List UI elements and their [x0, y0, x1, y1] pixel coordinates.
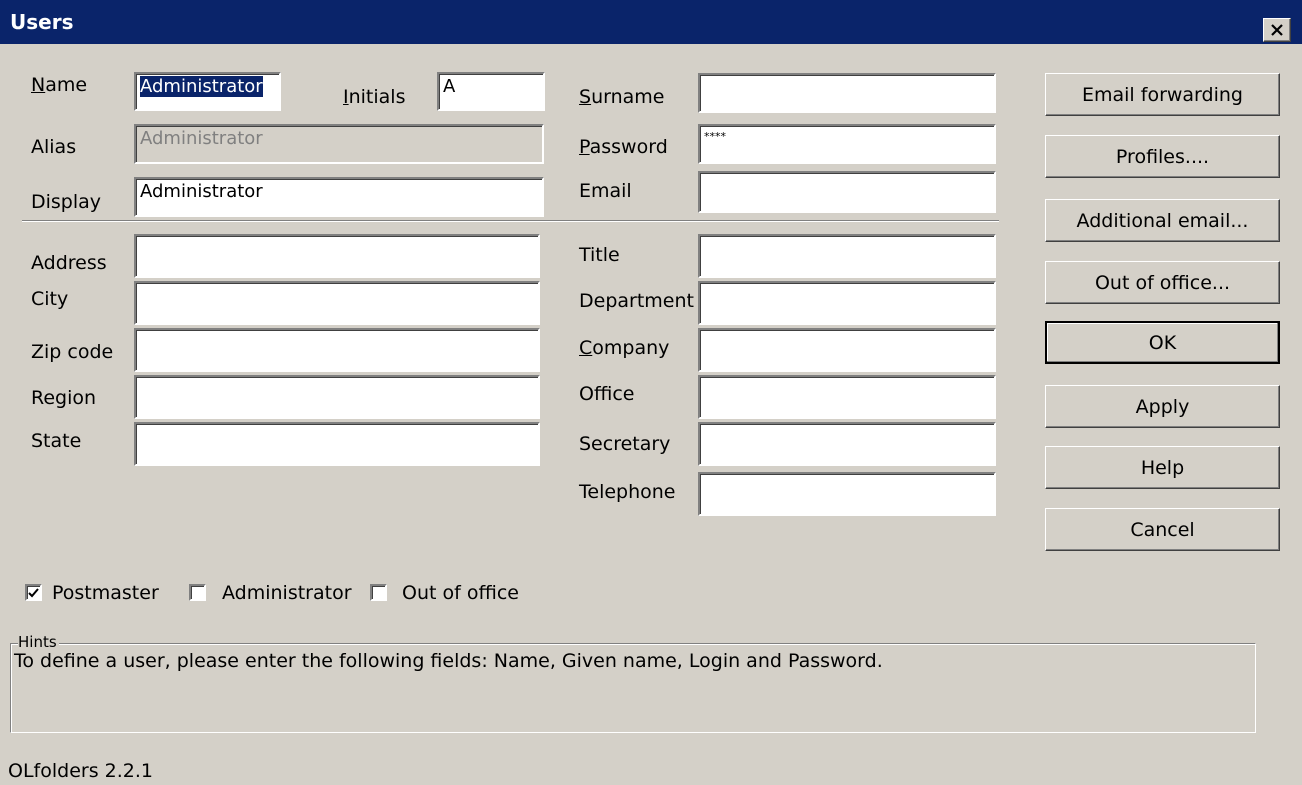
password-label: Password: [579, 136, 668, 158]
apply-button[interactable]: Apply: [1045, 385, 1280, 428]
department-label: Department: [579, 290, 694, 312]
zip-code-label: Zip code: [31, 341, 114, 363]
telephone-input[interactable]: [698, 472, 996, 516]
city-label: City: [31, 288, 69, 310]
out-of-office-label: Out of office: [402, 582, 519, 604]
address-label: Address: [31, 252, 107, 274]
company-label: Company: [579, 337, 670, 359]
section-divider: [22, 220, 999, 222]
initials-label: Initials: [343, 86, 406, 108]
surname-label: Surname: [579, 86, 665, 108]
email-label: Email: [579, 180, 632, 202]
title-input[interactable]: [698, 234, 996, 278]
alias-label: Alias: [31, 136, 77, 158]
name-input[interactable]: Administrator: [134, 72, 281, 111]
display-label: Display: [31, 191, 102, 213]
help-button[interactable]: Help: [1045, 446, 1280, 489]
out-of-office-button[interactable]: Out of office...: [1045, 261, 1280, 304]
version-label: OLfolders 2.2.1: [8, 760, 153, 782]
secretary-input[interactable]: [698, 422, 996, 466]
title-label: Title: [579, 244, 620, 266]
title-bar: Users: [0, 0, 1302, 44]
alias-input: Administrator: [134, 124, 544, 164]
secretary-label: Secretary: [579, 433, 671, 455]
email-input[interactable]: [698, 171, 996, 213]
office-label: Office: [579, 383, 635, 405]
office-input[interactable]: [698, 375, 996, 419]
out-of-office-checkbox[interactable]: [370, 584, 387, 601]
postmaster-label: Postmaster: [52, 582, 159, 604]
administrator-label: Administrator: [222, 582, 352, 604]
department-input[interactable]: [698, 281, 996, 325]
city-input[interactable]: [134, 281, 540, 325]
initials-input[interactable]: A: [437, 72, 545, 111]
administrator-checkbox[interactable]: [189, 584, 206, 601]
hints-legend: Hints: [18, 633, 59, 651]
zip-code-input[interactable]: [134, 328, 540, 372]
ok-button[interactable]: OK: [1045, 321, 1280, 364]
address-input[interactable]: [134, 234, 540, 278]
surname-input[interactable]: [698, 73, 996, 113]
region-label: Region: [31, 387, 97, 409]
state-input[interactable]: [134, 422, 540, 466]
window-title: Users: [10, 10, 74, 34]
cancel-button[interactable]: Cancel: [1045, 508, 1280, 551]
close-icon: [1271, 24, 1283, 36]
state-label: State: [31, 430, 82, 452]
name-input-value: Administrator: [140, 76, 263, 97]
telephone-label: Telephone: [579, 481, 676, 503]
additional-email-button[interactable]: Additional email...: [1045, 199, 1280, 242]
email-forwarding-button[interactable]: Email forwarding: [1045, 73, 1280, 116]
hints-text: To define a user, please enter the follo…: [14, 650, 883, 672]
password-input[interactable]: ****: [698, 124, 996, 164]
postmaster-checkbox[interactable]: [25, 584, 42, 601]
region-input[interactable]: [134, 375, 540, 419]
close-button[interactable]: [1263, 18, 1291, 42]
name-label: Name: [31, 74, 88, 96]
company-input[interactable]: [698, 328, 996, 372]
profiles-button[interactable]: Profiles....: [1045, 135, 1280, 178]
display-input[interactable]: Administrator: [134, 177, 544, 217]
checkmark-icon: [28, 587, 39, 597]
